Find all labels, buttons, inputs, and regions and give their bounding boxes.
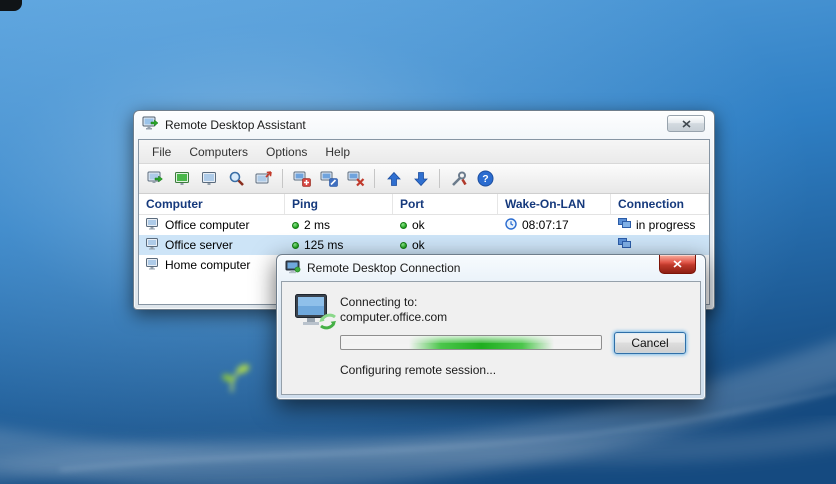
connecting-text: Connecting to: computer.office.com <box>340 295 447 325</box>
list-header: Computer Ping Port Wake-On-LAN Connectio… <box>139 194 709 215</box>
main-window-title: Remote Desktop Assistant <box>165 118 306 132</box>
toolbar-separator <box>282 169 283 188</box>
column-connection[interactable]: Connection <box>611 194 709 214</box>
port-status-icon <box>400 241 407 249</box>
computer-icon <box>146 237 160 253</box>
app-icon <box>142 116 159 134</box>
wake-on-lan-clock-icon <box>505 217 517 233</box>
ping-status-icon <box>292 221 299 229</box>
delete-computer-icon[interactable] <box>343 167 368 191</box>
menubar: File Computers Options Help <box>139 140 709 164</box>
port-status-icon <box>400 221 407 229</box>
search-icon[interactable] <box>224 167 249 191</box>
main-titlebar[interactable]: Remote Desktop Assistant <box>138 111 710 139</box>
progress-marquee <box>408 336 555 349</box>
settings-icon[interactable] <box>446 167 471 191</box>
computer-name: Office server <box>165 238 233 252</box>
cancel-button-label: Cancel <box>631 336 669 350</box>
send-link-icon[interactable] <box>251 167 276 191</box>
column-port[interactable]: Port <box>393 194 498 214</box>
edit-computer-icon[interactable] <box>316 167 341 191</box>
connection-status-icon <box>618 218 631 232</box>
column-wake-on-lan[interactable]: Wake-On-LAN <box>498 194 611 214</box>
close-icon <box>681 119 691 128</box>
main-close-button[interactable] <box>667 115 705 132</box>
wake-on-lan-time: 08:07:17 <box>522 218 569 232</box>
remote-desktop-connection-dialog: Remote Desktop Connection Connecting to:… <box>276 254 706 400</box>
dialog-body: Connecting to: computer.office.com Cance… <box>281 281 701 395</box>
screen-corner <box>0 0 22 11</box>
computer-icon <box>146 217 160 233</box>
close-icon <box>673 260 682 268</box>
menu-computers[interactable]: Computers <box>180 142 257 162</box>
computer-name: Home computer <box>165 258 251 272</box>
column-computer[interactable]: Computer <box>139 194 285 214</box>
connecting-host: computer.office.com <box>340 310 448 324</box>
dialog-close-button[interactable] <box>659 255 696 274</box>
dialog-title: Remote Desktop Connection <box>307 261 461 275</box>
help-icon[interactable]: ? <box>473 167 498 191</box>
svg-text:?: ? <box>482 173 488 185</box>
connect-icon[interactable] <box>143 167 168 191</box>
menu-file[interactable]: File <box>143 142 180 162</box>
connecting-label: Connecting to: <box>340 295 418 309</box>
computer-name: Office computer <box>165 218 250 232</box>
dialog-frame: Remote Desktop Connection Connecting to:… <box>276 254 706 400</box>
connection-status: in progress <box>636 218 696 232</box>
menu-help[interactable]: Help <box>316 142 359 162</box>
cancel-button[interactable]: Cancel <box>614 332 686 354</box>
port-value: ok <box>412 218 425 232</box>
table-row[interactable]: Office server 125 ms ok <box>139 235 709 255</box>
view-computer-icon[interactable] <box>197 167 222 191</box>
toolbar-separator <box>439 169 440 188</box>
connect-green-icon[interactable] <box>170 167 195 191</box>
desktop: Remote Desktop Assistant File Computers … <box>0 0 836 484</box>
menu-options[interactable]: Options <box>257 142 316 162</box>
ping-status-icon <box>292 241 299 249</box>
connecting-computer-icon <box>294 293 338 334</box>
dialog-titlebar[interactable]: Remote Desktop Connection <box>281 255 701 281</box>
session-status-text: Configuring remote session... <box>340 363 497 377</box>
ping-value: 125 ms <box>304 238 344 252</box>
rdp-icon <box>285 260 301 277</box>
move-up-icon[interactable] <box>381 167 406 191</box>
toolbar: ? <box>139 164 709 194</box>
port-value: ok <box>412 238 425 252</box>
connection-status-icon <box>618 238 631 252</box>
connection-progress-bar <box>340 335 602 350</box>
ping-value: 2 ms <box>304 218 331 232</box>
add-computer-icon[interactable] <box>289 167 314 191</box>
move-down-icon[interactable] <box>408 167 433 191</box>
column-ping[interactable]: Ping <box>285 194 393 214</box>
computer-icon <box>146 257 160 273</box>
table-row[interactable]: Office computer 2 ms ok 08:07:17 in prog… <box>139 215 709 235</box>
toolbar-separator <box>374 169 375 188</box>
